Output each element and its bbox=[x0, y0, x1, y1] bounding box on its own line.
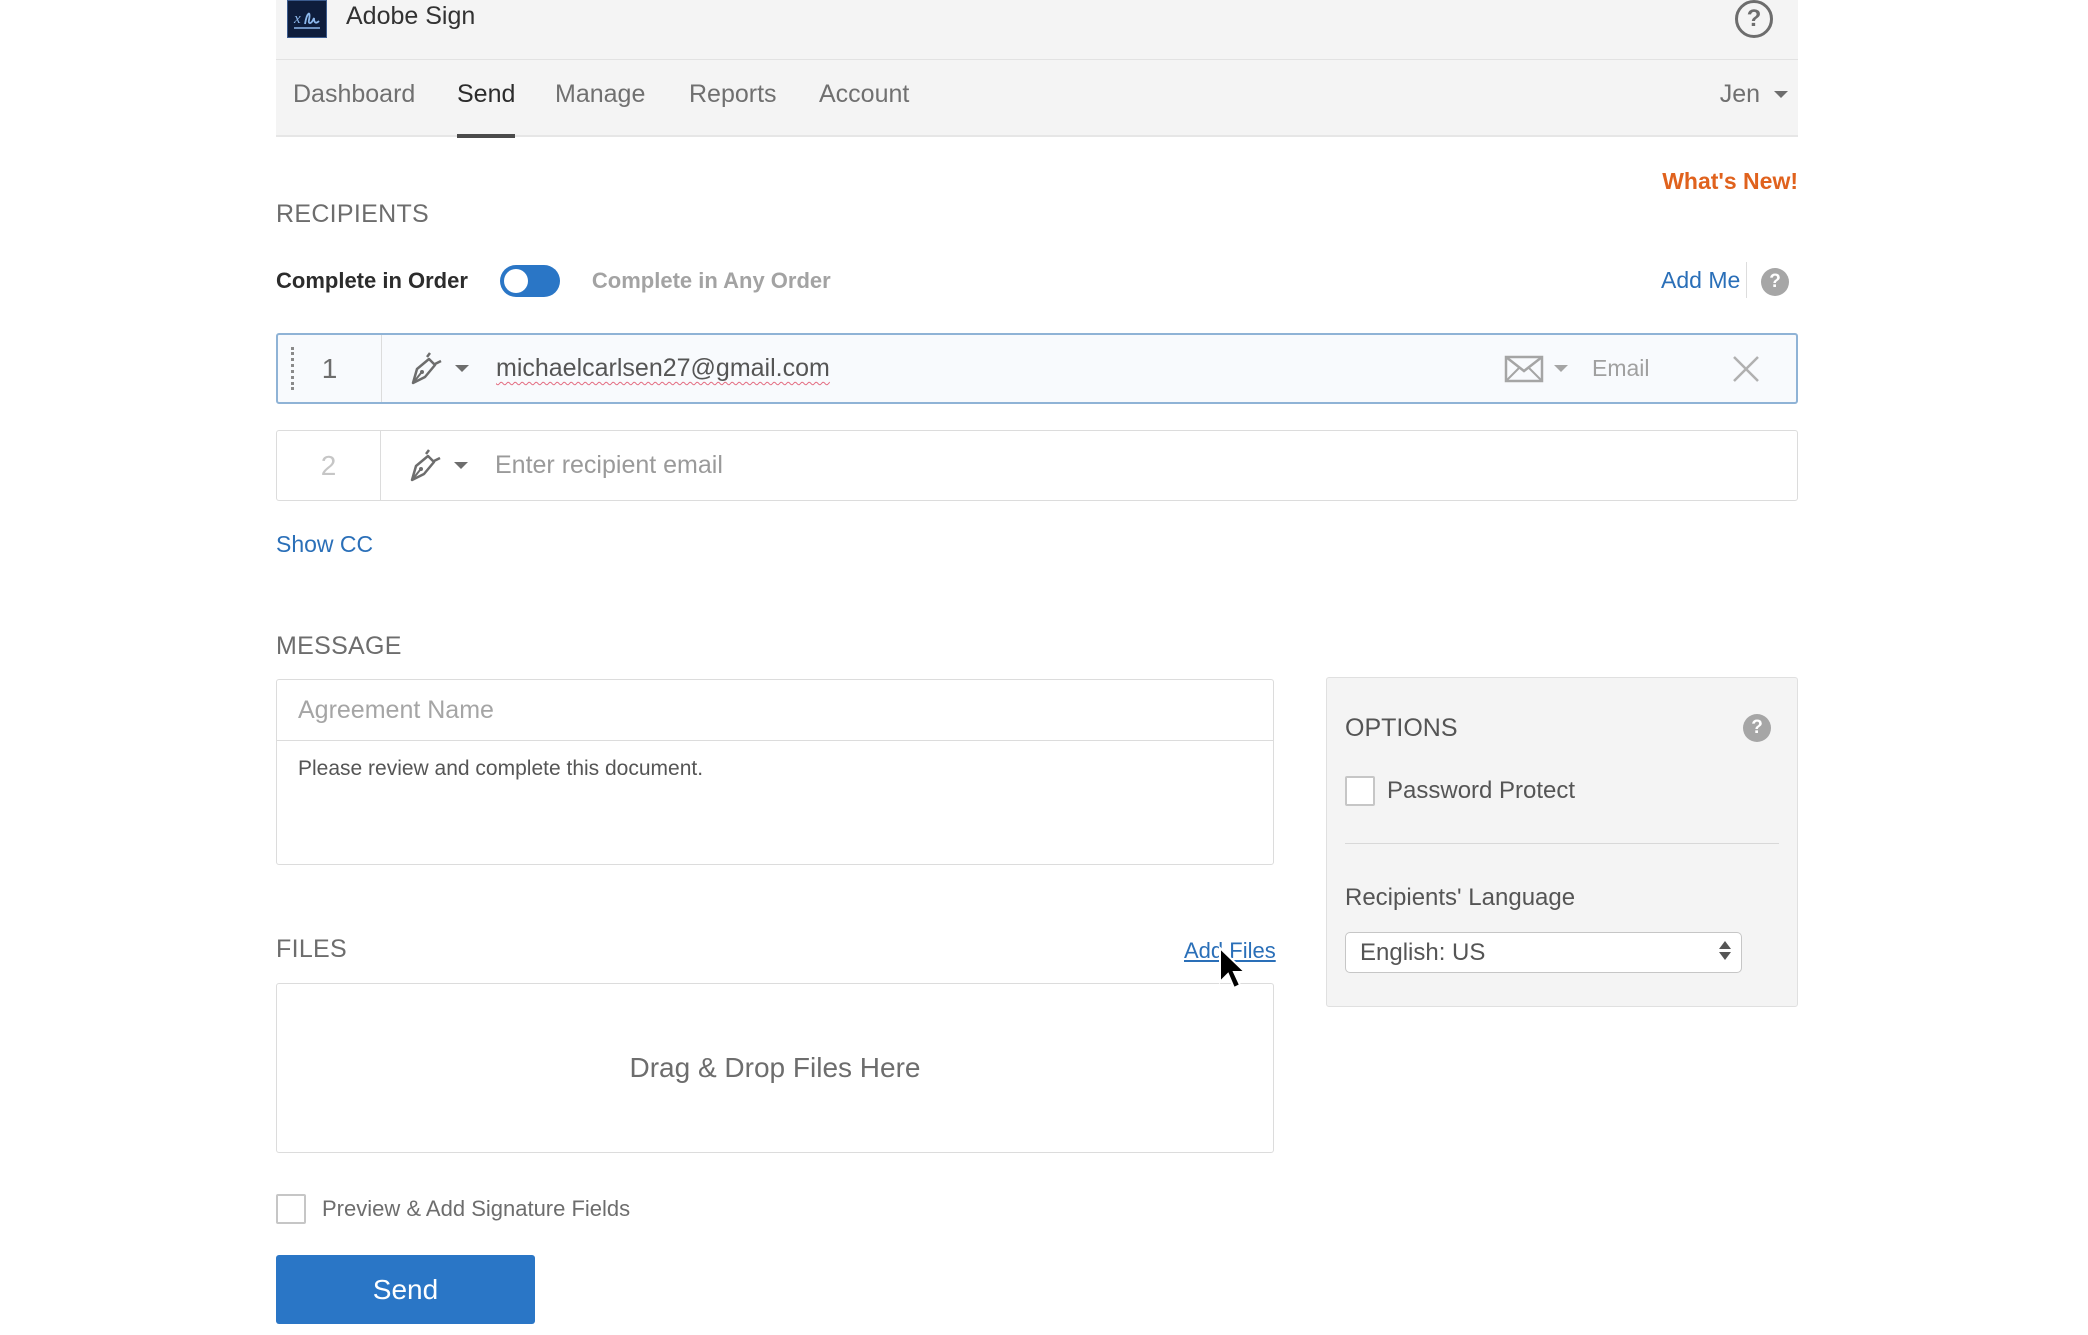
nav-dashboard[interactable]: Dashboard bbox=[293, 80, 415, 137]
chevron-down-icon bbox=[454, 462, 468, 469]
password-protect-label: Password Protect bbox=[1387, 777, 1576, 804]
add-me-link[interactable]: Add Me bbox=[1661, 267, 1740, 294]
envelope-icon bbox=[1504, 355, 1544, 382]
options-help-icon[interactable]: ? bbox=[1743, 714, 1771, 742]
language-select[interactable]: English: US bbox=[1345, 932, 1742, 973]
options-divider bbox=[1345, 843, 1779, 844]
auth-method-label: Email bbox=[1592, 355, 1650, 381]
options-title: OPTIONS bbox=[1345, 714, 1458, 742]
recipient-row: 2 Enter recipient email bbox=[276, 430, 1798, 501]
recipient-number: 1 bbox=[278, 335, 382, 402]
main-nav: Dashboard Send Manage Reports Account Je… bbox=[276, 60, 1798, 138]
pen-nib-icon bbox=[411, 351, 442, 384]
nav-account[interactable]: Account bbox=[819, 80, 909, 137]
svg-text:x: x bbox=[293, 11, 301, 27]
language-value: English: US bbox=[1360, 938, 1486, 966]
recipient-number-text: 1 bbox=[321, 352, 338, 384]
close-icon bbox=[1733, 355, 1759, 382]
auth-method-dropdown[interactable]: Email bbox=[1504, 335, 1692, 402]
message-textarea[interactable]: Please review and complete this document… bbox=[277, 741, 1273, 797]
mouse-cursor-icon bbox=[1219, 946, 1248, 990]
chevron-down-icon bbox=[1554, 365, 1568, 372]
language-label: Recipients' Language bbox=[1345, 884, 1576, 911]
recipient-number-text: 2 bbox=[320, 449, 337, 481]
file-dropzone[interactable]: Drag & Drop Files Here bbox=[276, 983, 1274, 1153]
agreement-name-input[interactable]: Agreement Name bbox=[277, 680, 1273, 741]
message-box: Agreement Name Please review and complet… bbox=[276, 679, 1274, 865]
show-cc-link[interactable]: Show CC bbox=[276, 531, 373, 558]
recipients-title: RECIPIENTS bbox=[276, 200, 430, 228]
dropzone-label: Drag & Drop Files Here bbox=[629, 1052, 921, 1083]
preview-label: Preview & Add Signature Fields bbox=[322, 1196, 631, 1221]
complete-any-order-label: Complete in Any Order bbox=[591, 268, 831, 293]
user-menu[interactable]: Jen bbox=[1720, 80, 1788, 109]
recipient-email-value: michaelcarlsen27@gmail.com bbox=[496, 354, 830, 382]
remove-recipient-button[interactable] bbox=[1716, 335, 1776, 402]
user-name: Jen bbox=[1719, 80, 1760, 108]
select-arrows-icon bbox=[1719, 941, 1731, 960]
complete-in-order-label: Complete in Order bbox=[276, 268, 468, 293]
chevron-down-icon bbox=[1774, 91, 1788, 98]
adobe-sign-logo[interactable]: x bbox=[287, 0, 327, 38]
nav-reports[interactable]: Reports bbox=[689, 80, 777, 137]
pen-nib-icon bbox=[410, 448, 441, 481]
order-toggle-row: Complete in Order Complete in Any Order bbox=[276, 265, 831, 297]
toggle-knob bbox=[503, 269, 528, 293]
add-me-divider bbox=[1746, 262, 1747, 298]
password-protect-checkbox[interactable] bbox=[1345, 776, 1375, 806]
signature-logo-icon: x bbox=[293, 11, 320, 29]
send-button[interactable]: Send bbox=[276, 1255, 535, 1324]
recipient-row: 1 michaelcarlsen27@gmail.com Email bbox=[276, 333, 1798, 404]
preview-row: Preview & Add Signature Fields bbox=[276, 1194, 630, 1224]
top-bar: x Adobe Sign ? Dashboard Send Manage Rep… bbox=[276, 0, 1798, 138]
recipient-email-input[interactable]: michaelcarlsen27@gmail.com bbox=[492, 335, 1504, 402]
recipient-number: 2 bbox=[277, 431, 381, 500]
drag-handle-icon[interactable] bbox=[291, 347, 294, 390]
options-panel: OPTIONS ? Password Protect Recipients' L… bbox=[1326, 677, 1798, 1007]
help-icon[interactable]: ? bbox=[1735, 0, 1773, 38]
nav-send[interactable]: Send bbox=[457, 80, 516, 138]
recipients-help-icon[interactable]: ? bbox=[1761, 268, 1789, 296]
preview-checkbox[interactable] bbox=[276, 1194, 306, 1224]
nav-manage[interactable]: Manage bbox=[555, 80, 645, 137]
app-title: Adobe Sign bbox=[346, 2, 476, 30]
whats-new-link[interactable]: What's New! bbox=[1662, 168, 1798, 195]
message-title: MESSAGE bbox=[276, 632, 402, 660]
role-dropdown[interactable] bbox=[381, 431, 491, 500]
files-title: FILES bbox=[276, 935, 347, 963]
recipient-email-input[interactable]: Enter recipient email bbox=[491, 431, 1797, 500]
password-protect-row: Password Protect bbox=[1345, 776, 1575, 806]
order-toggle[interactable] bbox=[499, 265, 560, 297]
chevron-down-icon bbox=[455, 365, 469, 372]
role-dropdown[interactable] bbox=[382, 335, 492, 402]
